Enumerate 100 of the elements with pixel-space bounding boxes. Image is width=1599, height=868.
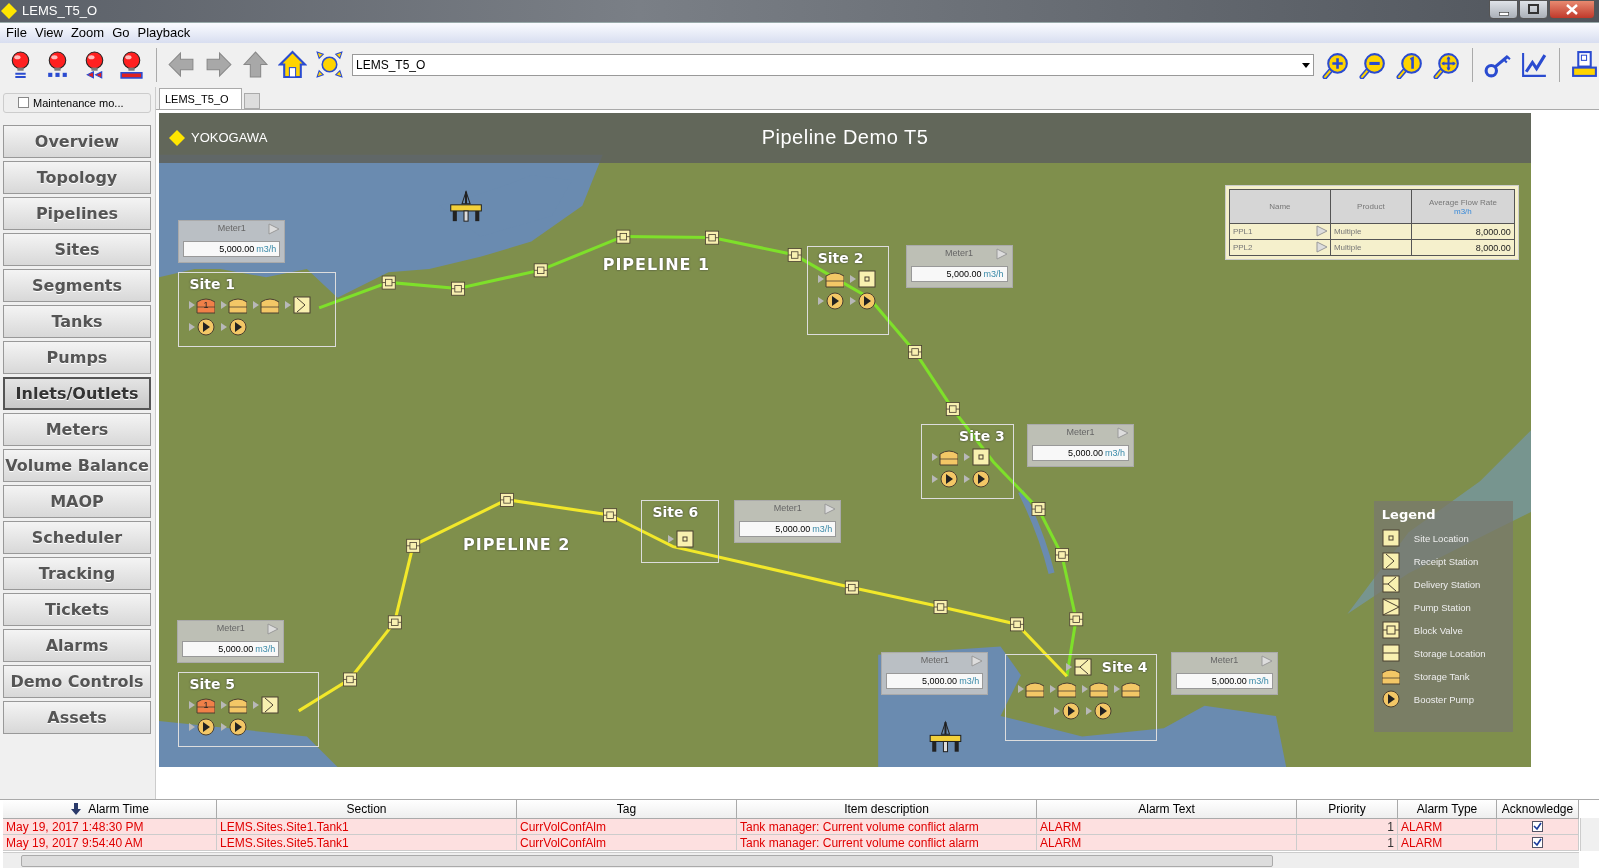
site-location-icon[interactable] [963, 447, 990, 466]
block-valve-icon[interactable] [343, 672, 357, 687]
nav-button[interactable]: Assets [3, 700, 151, 734]
maintenance-checkbox[interactable] [18, 97, 29, 109]
block-valve-icon[interactable] [908, 344, 922, 359]
booster-pump-icon[interactable] [931, 469, 958, 488]
block-valve-icon[interactable] [1031, 501, 1046, 516]
close-button[interactable] [1549, 0, 1595, 19]
column-header[interactable]: Alarm Type [1398, 800, 1497, 820]
nav-button[interactable]: MAOP [3, 484, 151, 518]
receipt-station-icon[interactable] [253, 695, 280, 714]
acknowledge-checkbox[interactable] [1532, 837, 1543, 849]
nav-button[interactable]: Scheduler [3, 520, 151, 554]
column-header[interactable]: Tag [517, 800, 737, 820]
site-frame[interactable]: Site 5 1 [178, 671, 320, 748]
nav-button[interactable]: Tracking [3, 556, 151, 590]
storage-tank-icon[interactable] [221, 295, 248, 314]
block-valve-icon[interactable] [1069, 612, 1084, 626]
block-valve-icon[interactable] [387, 615, 402, 630]
storage-tank-icon[interactable] [817, 270, 844, 289]
meter-card[interactable]: Meter1 5,000.00 m3/h [1027, 423, 1134, 467]
booster-pump-icon[interactable] [189, 717, 216, 736]
meter-card[interactable]: Meter1 5,000.00 m3/h [177, 619, 285, 663]
menu-item[interactable]: Playback [134, 25, 194, 41]
meter-card[interactable]: Meter1 5,000.00 m3/h [1170, 652, 1278, 696]
nav-button[interactable]: Tickets [3, 592, 151, 626]
up-arrow-icon[interactable] [241, 50, 270, 80]
site-frame[interactable]: Site 4 [1004, 654, 1157, 742]
acknowledge-checkbox[interactable] [1532, 821, 1543, 833]
home-icon[interactable] [278, 50, 307, 80]
document-tab[interactable]: LEMS_T5_O [159, 87, 242, 109]
block-valve-icon[interactable] [787, 247, 802, 262]
storage-tank-icon[interactable] [1113, 680, 1140, 699]
storage-tank-icon[interactable] [221, 695, 248, 714]
meter-card[interactable]: Meter1 5,000.00 m3/h [905, 245, 1013, 289]
address-field[interactable]: LEMS_T5_O [352, 53, 1315, 76]
forward-arrow-icon[interactable] [204, 50, 233, 80]
booster-pump-icon[interactable] [221, 317, 248, 336]
nav-button[interactable]: Alarms [3, 628, 151, 662]
site-frame[interactable]: Site 2 [806, 246, 890, 336]
column-header[interactable]: Alarm Time [3, 800, 217, 820]
storage-tank-icon[interactable] [1049, 680, 1076, 699]
column-header[interactable]: Alarm Text [1037, 800, 1297, 820]
storage-tank-icon[interactable] [931, 447, 958, 466]
site-location-icon[interactable] [668, 530, 695, 549]
site-location-icon[interactable] [849, 270, 876, 289]
column-header[interactable]: Item description [737, 800, 1037, 820]
menu-item[interactable]: Zoom [67, 25, 108, 41]
nav-button[interactable]: Sites [3, 232, 151, 266]
horizontal-scrollbar[interactable] [3, 852, 1579, 868]
column-header[interactable]: Priority [1297, 800, 1398, 820]
receipt-station-icon[interactable] [285, 295, 312, 314]
block-valve-icon[interactable] [381, 275, 396, 290]
site-frame[interactable]: Site 1 1 [178, 271, 337, 348]
booster-pump-icon[interactable] [221, 717, 248, 736]
nav-button[interactable]: Volume Balance [3, 448, 151, 482]
block-valve-icon[interactable] [844, 580, 859, 595]
nav-button[interactable]: Segments [3, 268, 151, 302]
booster-pump-icon[interactable] [189, 317, 216, 336]
meter-card[interactable]: Meter1 5,000.00 m3/h [881, 652, 989, 696]
block-valve-icon[interactable] [603, 508, 617, 522]
block-valve-icon[interactable] [500, 492, 514, 507]
storage-tank-icon[interactable] [189, 295, 216, 314]
booster-pump-icon[interactable] [817, 292, 844, 311]
booster-pump-icon[interactable] [1053, 702, 1080, 721]
block-valve-icon[interactable] [616, 229, 631, 244]
meter-card[interactable]: Meter1 5,000.00 m3/h [178, 219, 286, 263]
block-valve-icon[interactable] [406, 538, 421, 553]
column-header[interactable]: Section [217, 800, 517, 820]
nav-button[interactable]: Inlets/Outlets [3, 376, 151, 410]
block-valve-icon[interactable] [933, 599, 948, 614]
vertical-scrollbar[interactable] [1580, 818, 1599, 852]
booster-pump-icon[interactable] [1085, 702, 1112, 721]
booster-pump-icon[interactable] [849, 292, 876, 311]
storage-tank-icon[interactable] [253, 295, 280, 314]
block-valve-icon[interactable] [1010, 617, 1025, 632]
nav-button[interactable]: Pumps [3, 340, 151, 374]
site-frame[interactable]: Site 3 [920, 423, 1014, 500]
overview-icon[interactable] [315, 50, 344, 80]
block-valve-icon[interactable] [1055, 547, 1069, 562]
report-icon[interactable] [1570, 50, 1599, 80]
menu-item[interactable]: Go [109, 25, 133, 41]
minimize-button[interactable] [1489, 0, 1518, 19]
block-valve-icon[interactable] [705, 230, 719, 245]
delivery-station-icon[interactable] [1065, 658, 1092, 677]
maximize-button[interactable] [1519, 0, 1548, 19]
nav-button[interactable]: Tanks [3, 304, 151, 338]
booster-pump-icon[interactable] [963, 469, 990, 488]
nav-button[interactable]: Topology [3, 160, 151, 194]
back-arrow-icon[interactable] [167, 50, 196, 80]
storage-tank-icon[interactable] [1017, 680, 1044, 699]
nav-button[interactable]: Demo Controls [3, 664, 151, 698]
meter-card[interactable]: Meter1 5,000.00 m3/h [734, 500, 842, 544]
site-frame[interactable]: Site 6 [641, 500, 719, 563]
storage-tank-icon[interactable] [1081, 680, 1108, 699]
menu-item[interactable]: View [31, 25, 66, 41]
block-valve-icon[interactable] [945, 401, 960, 416]
storage-tank-icon[interactable] [189, 695, 216, 714]
nav-button[interactable]: Meters [3, 412, 151, 446]
block-valve-icon[interactable] [533, 263, 548, 278]
